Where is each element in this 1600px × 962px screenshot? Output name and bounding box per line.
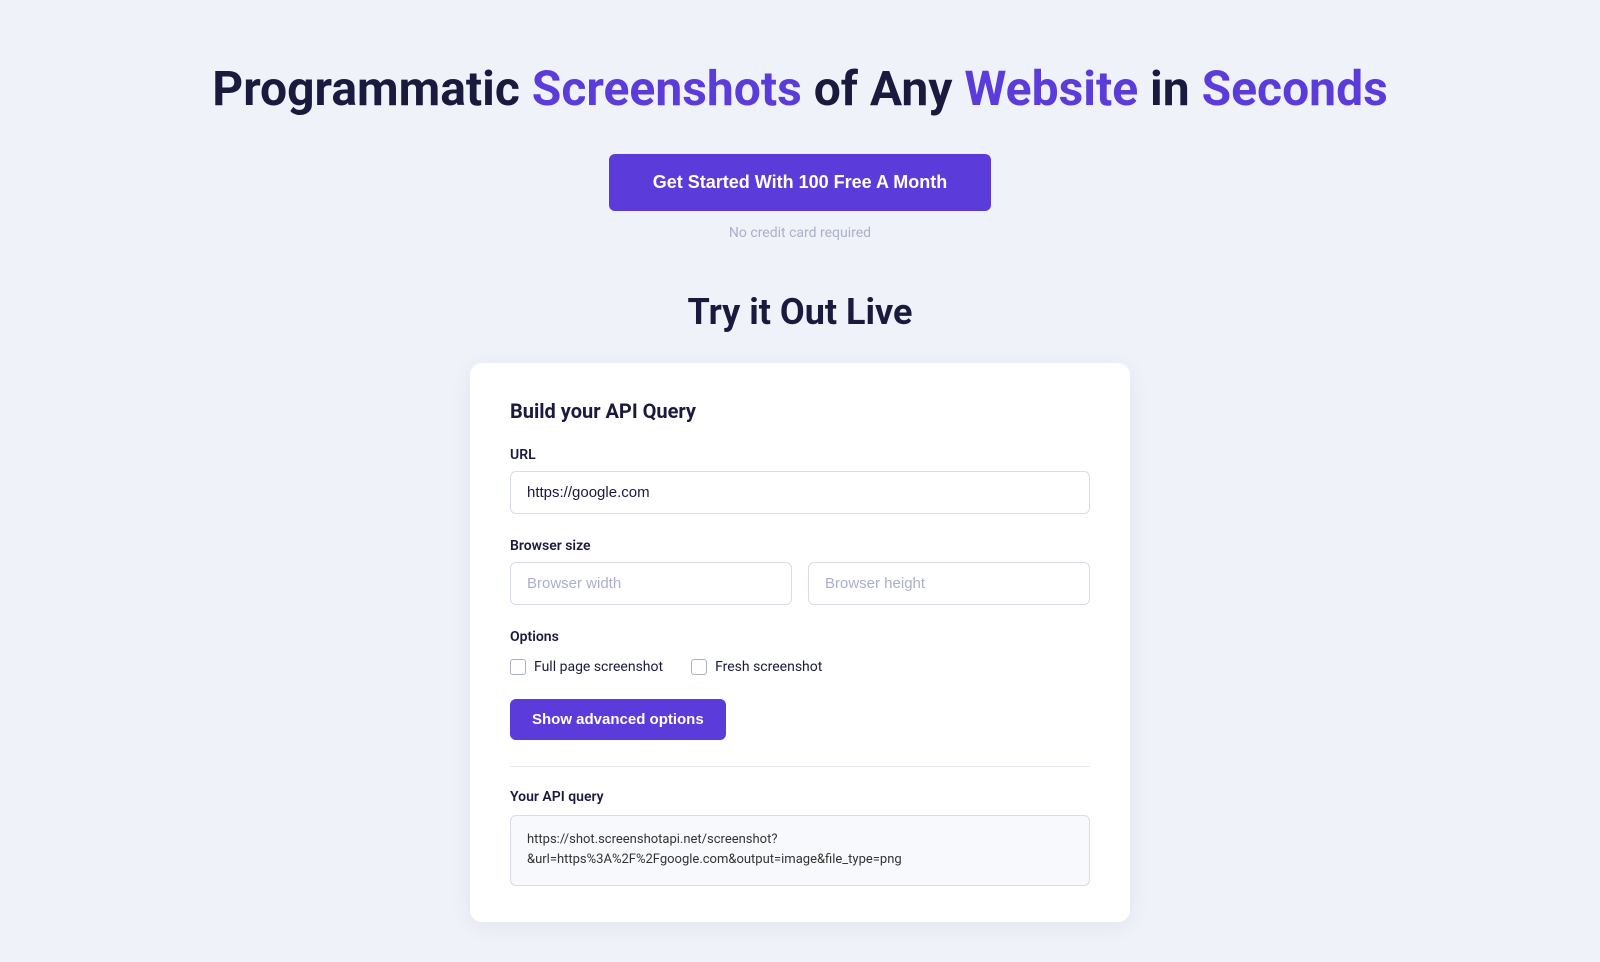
browser-size-field-group: Browser size xyxy=(510,538,1090,605)
browser-size-label: Browser size xyxy=(510,538,1090,554)
url-input[interactable] xyxy=(510,471,1090,514)
advanced-options-button[interactable]: Show advanced options xyxy=(510,699,726,740)
fresh-screenshot-checkbox[interactable] xyxy=(691,659,707,675)
full-page-checkbox-item[interactable]: Full page screenshot xyxy=(510,659,663,675)
cta-button[interactable]: Get Started With 100 Free A Month xyxy=(609,154,992,211)
hero-title: Programmatic Screenshots of Any Website … xyxy=(212,60,1388,118)
title-highlight1: Screenshots xyxy=(532,60,802,117)
full-page-checkbox[interactable] xyxy=(510,659,526,675)
title-suffix: in xyxy=(1138,60,1201,117)
url-label: URL xyxy=(510,447,1090,463)
options-field-group: Options Full page screenshot Fresh scree… xyxy=(510,629,1090,675)
fresh-screenshot-label[interactable]: Fresh screenshot xyxy=(715,659,822,675)
page-wrapper: Programmatic Screenshots of Any Website … xyxy=(0,0,1600,962)
title-middle: of Any xyxy=(802,60,965,117)
no-credit-text: No credit card required xyxy=(729,225,871,241)
title-prefix: Programmatic xyxy=(212,60,532,117)
api-query-box: https://shot.screenshotapi.net/screensho… xyxy=(510,815,1090,887)
try-live-title: Try it Out Live xyxy=(688,291,913,333)
card-title: Build your API Query xyxy=(510,399,1090,423)
title-highlight3: Seconds xyxy=(1202,60,1388,117)
fresh-screenshot-checkbox-item[interactable]: Fresh screenshot xyxy=(691,659,822,675)
api-query-label: Your API query xyxy=(510,789,1090,805)
checkbox-row: Full page screenshot Fresh screenshot xyxy=(510,659,1090,675)
options-label: Options xyxy=(510,629,1090,645)
browser-height-input[interactable] xyxy=(808,562,1090,605)
full-page-label[interactable]: Full page screenshot xyxy=(534,659,663,675)
url-field-group: URL xyxy=(510,447,1090,514)
title-highlight2: Website xyxy=(964,60,1138,117)
browser-size-row xyxy=(510,562,1090,605)
api-card: Build your API Query URL Browser size Op… xyxy=(470,363,1130,923)
api-query-section: Your API query https://shot.screenshotap… xyxy=(510,766,1090,887)
browser-width-input[interactable] xyxy=(510,562,792,605)
